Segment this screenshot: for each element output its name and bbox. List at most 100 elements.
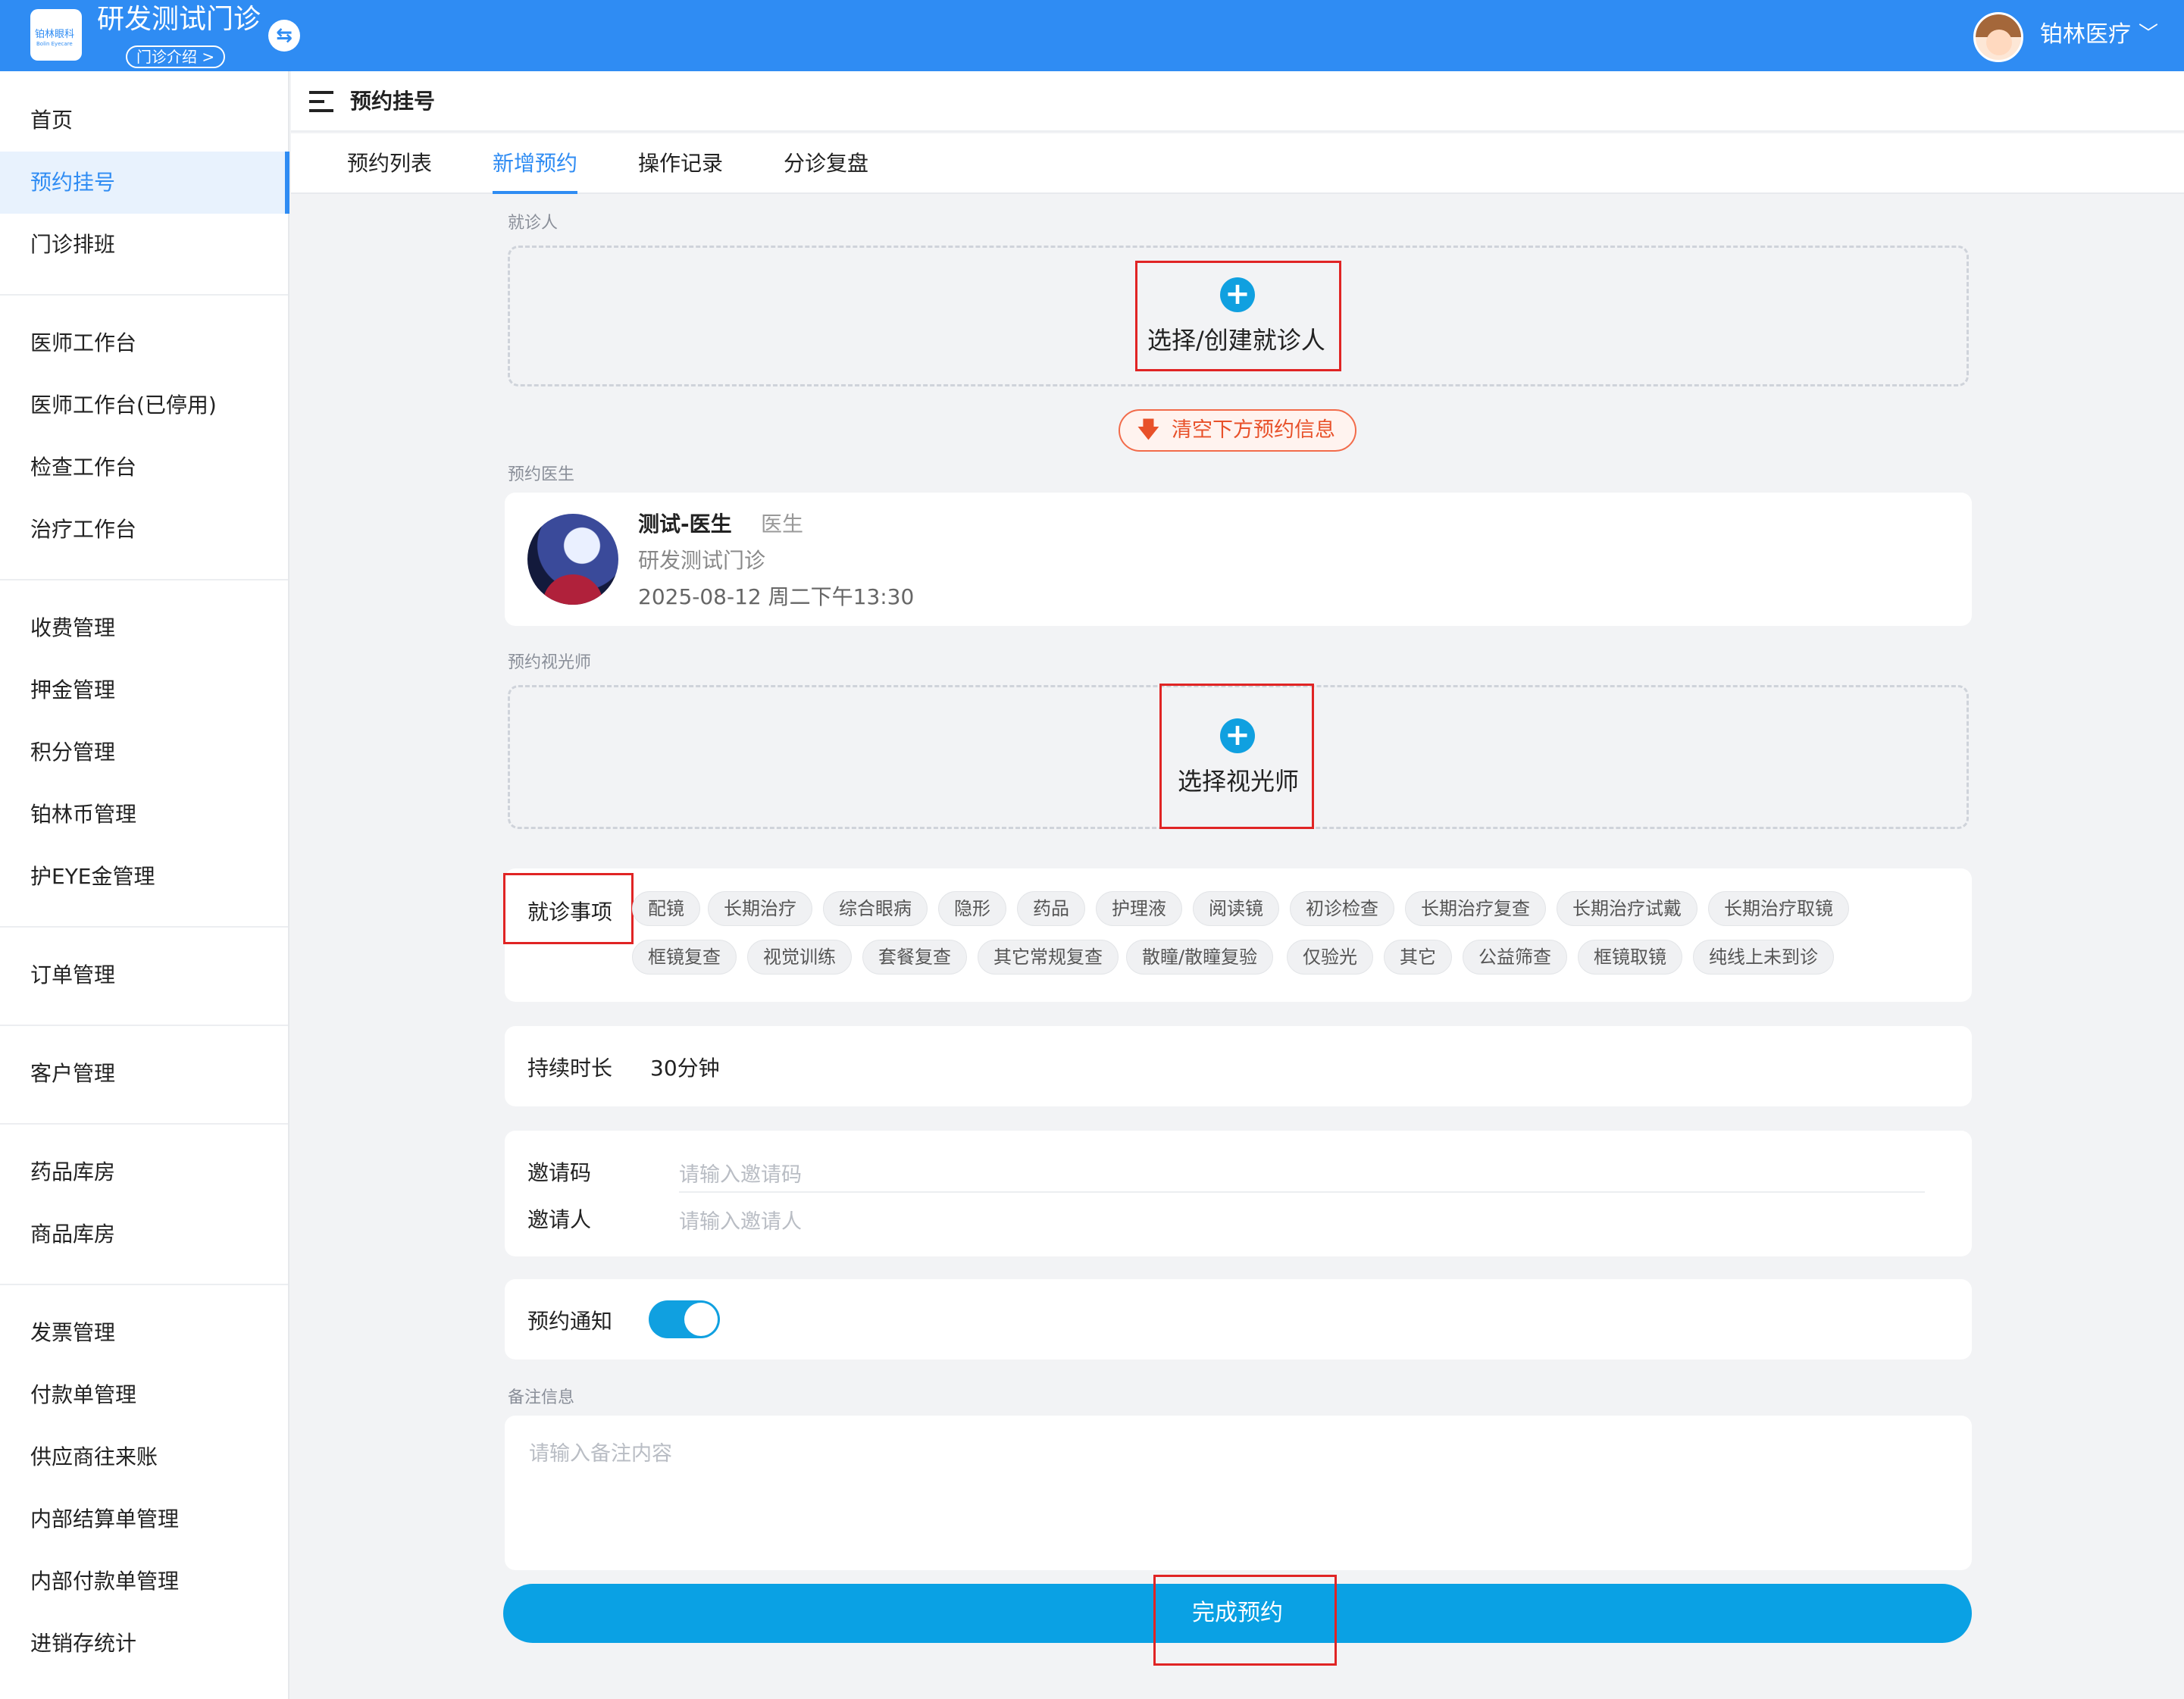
avatar-cloak <box>543 574 603 605</box>
sidebar-item-inventory-stats[interactable]: 进销存统计 <box>0 1613 289 1675</box>
clinic-logo: 铂林眼科 Bolin Eyecare <box>30 9 82 61</box>
menu-line <box>309 100 324 103</box>
item-chip[interactable]: 初诊检查 <box>1290 891 1394 926</box>
tab-appointment-list[interactable]: 预约列表 <box>347 133 432 194</box>
user-avatar[interactable] <box>1973 12 2023 62</box>
duration-card <box>505 1026 1972 1106</box>
item-chip[interactable]: 套餐复查 <box>862 940 967 975</box>
remark-textarea[interactable] <box>505 1416 1972 1570</box>
menu-line <box>309 109 333 112</box>
chevron-down-icon[interactable]: ﹀ <box>2139 23 2158 45</box>
user-name[interactable]: 铂林医疗 <box>2040 17 2131 53</box>
sidebar-item-eye-fund[interactable]: 护EYE金管理 <box>0 846 289 908</box>
tab-triage-review[interactable]: 分诊复盘 <box>784 133 868 194</box>
invite-card <box>505 1131 1972 1256</box>
sidebar-item-doctor-workbench-disabled[interactable]: 医师工作台(已停用) <box>0 374 289 436</box>
clear-appointment-label: 清空下方预约信息 <box>1172 418 1335 442</box>
doctor-name: 测试-医生 <box>638 512 732 537</box>
sidebar: 首页 预约挂号 门诊排班 医师工作台 医师工作台(已停用) 检查工作台 治疗工作… <box>0 71 289 1699</box>
item-chip[interactable]: 其它常规复查 <box>978 940 1119 975</box>
sidebar-item-drug-warehouse[interactable]: 药品库房 <box>0 1141 289 1203</box>
remark-section-label: 备注信息 <box>508 1388 575 1407</box>
sidebar-item-payment-orders[interactable]: 付款单管理 <box>0 1364 289 1426</box>
patient-section-label: 就诊人 <box>508 214 559 233</box>
item-chip[interactable]: 其它 <box>1384 940 1452 975</box>
sidebar-item-orders[interactable]: 订单管理 <box>0 944 289 1006</box>
sidebar-item-deposit[interactable]: 押金管理 <box>0 659 289 721</box>
invite-code-label: 邀请码 <box>527 1160 592 1185</box>
sidebar-item-coins[interactable]: 铂林币管理 <box>0 784 289 846</box>
item-chip[interactable]: 框镜复查 <box>632 940 737 975</box>
item-chip[interactable]: 综合眼病 <box>823 891 928 926</box>
sidebar-item-internal-payment[interactable]: 内部付款单管理 <box>0 1550 289 1613</box>
duration-value[interactable]: 30分钟 <box>650 1052 720 1082</box>
item-chip[interactable]: 公益筛查 <box>1463 940 1567 975</box>
sidebar-item-supplier-accounts[interactable]: 供应商往来账 <box>0 1426 289 1488</box>
notify-card <box>505 1279 1972 1360</box>
logo-text: 铂林眼科 <box>35 29 75 40</box>
highlight-box <box>1159 684 1314 829</box>
switch-clinic-icon[interactable]: ⇆ <box>268 20 300 52</box>
item-chip[interactable]: 长期治疗取镜 <box>1708 891 1849 926</box>
arrow-down-icon: 🡇 <box>1137 417 1160 443</box>
highlight-box <box>1135 261 1341 371</box>
page-title: 预约挂号 <box>350 89 436 114</box>
sidebar-item-schedule[interactable]: 门诊排班 <box>0 214 289 276</box>
optometrist-section-label: 预约视光师 <box>508 653 592 672</box>
sidebar-item-customers[interactable]: 客户管理 <box>0 1043 289 1105</box>
notify-label: 预约通知 <box>527 1309 613 1334</box>
item-chip[interactable]: 药品 <box>1017 891 1085 926</box>
tab-new-appointment[interactable]: 新增预约 <box>493 133 578 194</box>
item-chip[interactable]: 长期治疗复查 <box>1405 891 1546 926</box>
sidebar-item-appointment[interactable]: 预约挂号 <box>0 152 289 214</box>
item-chip[interactable]: 隐形 <box>938 891 1006 926</box>
sidebar-divider <box>0 926 288 928</box>
doctor-section-label: 预约医生 <box>508 465 575 484</box>
sidebar-item-doctor-workbench[interactable]: 医师工作台 <box>0 312 289 374</box>
sidebar-item-points[interactable]: 积分管理 <box>0 721 289 784</box>
tab-bar: 预约列表 新增预约 操作记录 分诊复盘 <box>291 133 2184 194</box>
clear-appointment-button[interactable]: 🡇 清空下方预约信息 <box>1119 409 1356 452</box>
invite-code-input[interactable]: 请输入邀请码 <box>679 1158 802 1187</box>
sidebar-item-home[interactable]: 首页 <box>0 89 289 152</box>
logo-subtext: Bolin Eyecare <box>36 41 73 47</box>
doctor-avatar <box>527 514 618 605</box>
sidebar-item-treatment-workbench[interactable]: 治疗工作台 <box>0 499 289 561</box>
notify-toggle[interactable] <box>649 1300 720 1338</box>
sidebar-divider <box>0 1025 288 1026</box>
item-chip[interactable]: 长期治疗 <box>708 891 812 926</box>
item-chip[interactable]: 阅读镜 <box>1193 891 1279 926</box>
menu-fold-icon[interactable] <box>309 89 333 114</box>
toggle-knob <box>684 1303 718 1336</box>
input-underline <box>679 1191 1925 1193</box>
inviter-input[interactable]: 请输入邀请人 <box>679 1205 802 1234</box>
inviter-label: 邀请人 <box>527 1207 592 1232</box>
sidebar-divider <box>0 1123 288 1125</box>
item-chip[interactable]: 框镜取镜 <box>1578 940 1682 975</box>
top-bar: 铂林眼科 Bolin Eyecare 研发测试门诊 门诊介绍 > ⇆ 铂林医疗 … <box>0 0 2184 71</box>
item-chip[interactable]: 配镜 <box>632 891 700 926</box>
highlight-box <box>1153 1575 1337 1666</box>
item-chip[interactable]: 长期治疗试戴 <box>1557 891 1697 926</box>
clinic-intro-link[interactable]: 门诊介绍 > <box>126 45 226 68</box>
tab-operation-log[interactable]: 操作记录 <box>638 133 723 194</box>
sidebar-item-goods-warehouse[interactable]: 商品库房 <box>0 1203 289 1266</box>
item-chip[interactable]: 视觉训练 <box>747 940 852 975</box>
doctor-card[interactable]: 测试-医生 医生 研发测试门诊 2025-08-12 周二下午13:30 <box>505 493 1972 626</box>
sidebar-item-internal-settlement[interactable]: 内部结算单管理 <box>0 1488 289 1550</box>
visit-items-card <box>505 868 1972 1002</box>
sidebar-item-invoices[interactable]: 发票管理 <box>0 1302 289 1364</box>
item-chip[interactable]: 散瞳/散瞳复验 <box>1126 940 1274 975</box>
menu-line <box>309 91 333 94</box>
item-chip[interactable]: 仅验光 <box>1287 940 1373 975</box>
item-chip[interactable]: 纯线上未到诊 <box>1693 940 1834 975</box>
sidebar-item-exam-workbench[interactable]: 检查工作台 <box>0 436 289 499</box>
appointment-time: 2025-08-12 周二下午13:30 <box>638 584 915 609</box>
doctor-title: 医生 <box>761 512 804 537</box>
sidebar-divider <box>0 294 288 296</box>
sidebar-divider <box>0 579 288 580</box>
item-chip[interactable]: 护理液 <box>1096 891 1182 926</box>
sidebar-item-billing[interactable]: 收费管理 <box>0 597 289 659</box>
remark-placeholder: 请输入备注内容 <box>529 1442 672 1466</box>
doctor-clinic: 研发测试门诊 <box>638 548 766 573</box>
